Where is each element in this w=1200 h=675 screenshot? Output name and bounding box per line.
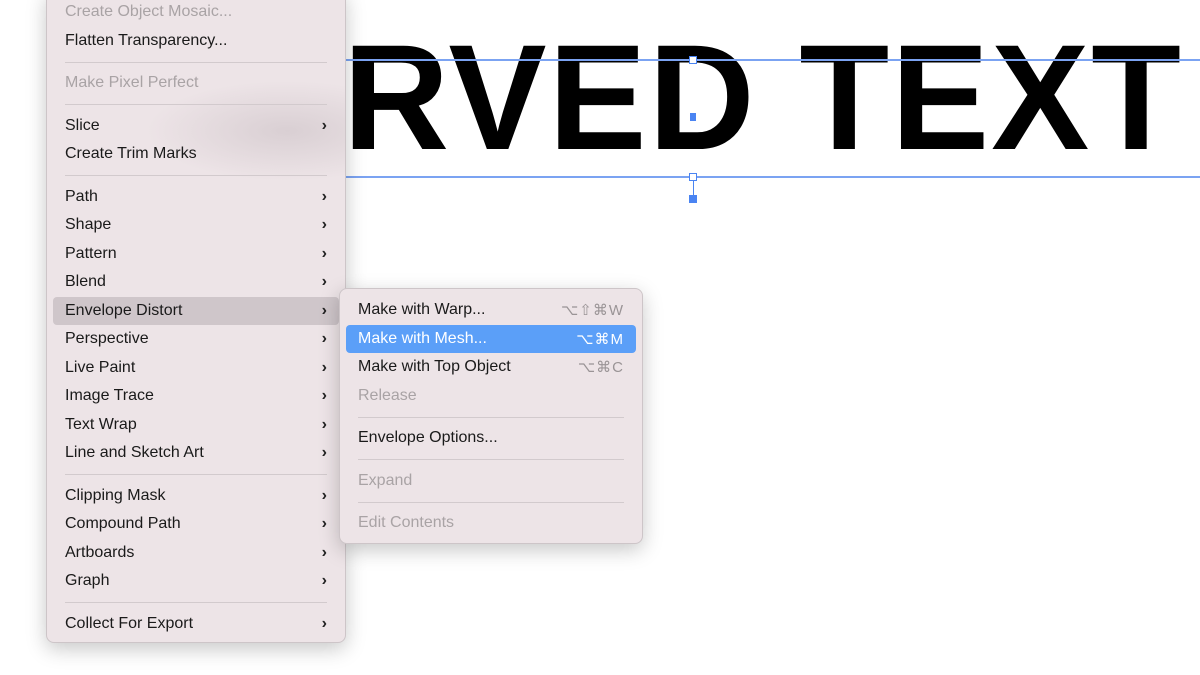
menu-item-label: Envelope Distort: [65, 301, 183, 319]
menu-item-label: Compound Path: [65, 515, 181, 533]
selection-bounding-box-bottom: [346, 176, 1200, 178]
menu-separator: [53, 98, 339, 112]
menu-item-label: Make with Top Object: [358, 358, 511, 376]
menu-item-label: Image Trace: [65, 387, 154, 405]
menu-item-label: Expand: [358, 471, 413, 489]
menu-item-label: Blend: [65, 273, 106, 291]
menu-item-label: Make Pixel Perfect: [65, 74, 199, 92]
keyboard-shortcut: ⌥⌘C: [577, 359, 624, 377]
menu-item-label: Perspective: [65, 330, 149, 348]
menu-item-label: Create Trim Marks: [65, 145, 197, 163]
menu-item-text-wrap[interactable]: Text Wrap ›: [53, 411, 339, 440]
chevron-right-icon: ›: [321, 116, 327, 134]
chevron-right-icon: ›: [321, 515, 327, 533]
chevron-right-icon: ›: [321, 216, 327, 234]
menu-item-label: Release: [358, 386, 417, 404]
menu-item-make-with-mesh[interactable]: Make with Mesh... ⌥⌘M: [346, 324, 636, 353]
keyboard-shortcut: ⌥⇧⌘W: [560, 302, 624, 320]
menu-item-graph[interactable]: Graph ›: [53, 567, 339, 596]
menu-item-path[interactable]: Path ›: [53, 183, 339, 212]
menu-item-label: Create Object Mosaic...: [65, 3, 233, 21]
menu-item-label: Collect For Export: [65, 614, 194, 632]
menu-item-clipping-mask[interactable]: Clipping Mask ›: [53, 482, 339, 511]
menu-item-label: Envelope Options...: [358, 429, 498, 447]
menu-item-collect-for-export[interactable]: Collect For Export ›: [53, 610, 339, 639]
menu-item-expand: Expand: [346, 467, 636, 496]
menu-item-label: Flatten Transparency...: [65, 31, 228, 49]
menu-separator: [346, 453, 636, 467]
selection-handle-top[interactable]: [689, 56, 697, 64]
menu-item-compound-path[interactable]: Compound Path ›: [53, 510, 339, 539]
rotation-handle[interactable]: [689, 195, 697, 203]
menu-separator: [53, 55, 339, 69]
menu-item-label: Graph: [65, 572, 110, 590]
menu-item-label: Clipping Mask: [65, 486, 166, 504]
menu-item-label: Artboards: [65, 543, 135, 561]
chevron-right-icon: ›: [321, 444, 327, 462]
chevron-right-icon: ›: [321, 614, 327, 632]
menu-item-label: Edit Contents: [358, 514, 455, 532]
menu-separator: [53, 596, 339, 610]
menu-separator: [346, 495, 636, 509]
menu-item-label: Slice: [65, 116, 100, 134]
keyboard-shortcut: ⌥⌘M: [576, 330, 624, 348]
menu-item-label: Make with Mesh...: [358, 329, 487, 347]
chevron-right-icon: ›: [321, 387, 327, 405]
chevron-right-icon: ›: [321, 543, 327, 561]
menu-item-artboards[interactable]: Artboards ›: [53, 539, 339, 568]
menu-item-create-object-mosaic: Create Object Mosaic...: [53, 0, 339, 27]
menu-item-label: Line and Sketch Art: [65, 444, 204, 462]
menu-item-shape[interactable]: Shape ›: [53, 211, 339, 240]
menu-item-label: Text Wrap: [65, 415, 137, 433]
menu-item-pattern[interactable]: Pattern ›: [53, 240, 339, 269]
menu-separator: [53, 468, 339, 482]
menu-item-make-with-warp[interactable]: Make with Warp... ⌥⇧⌘W: [346, 296, 636, 325]
object-menu: Create Object Mosaic... Flatten Transpare…: [46, 0, 346, 643]
menu-item-flatten-transparency[interactable]: Flatten Transparency...: [53, 27, 339, 56]
chevron-right-icon: ›: [321, 244, 327, 262]
menu-item-make-with-top-object[interactable]: Make with Top Object ⌥⌘C: [346, 353, 636, 382]
menu-item-image-trace[interactable]: Image Trace ›: [53, 382, 339, 411]
chevron-right-icon: ›: [321, 330, 327, 348]
menu-item-live-paint[interactable]: Live Paint ›: [53, 354, 339, 383]
chevron-right-icon: ›: [321, 301, 327, 319]
menu-item-envelope-distort[interactable]: Envelope Distort ›: [53, 296, 339, 325]
chevron-right-icon: ›: [321, 273, 327, 291]
menu-item-label: Shape: [65, 216, 112, 234]
menu-item-blend[interactable]: Blend ›: [53, 268, 339, 297]
menu-item-label: Live Paint: [65, 358, 136, 376]
menu-item-slice[interactable]: Slice ›: [53, 112, 339, 141]
menu-item-label: Path: [65, 187, 98, 205]
chevron-right-icon: ›: [321, 572, 327, 590]
selected-text-object[interactable]: RVED TEXT: [343, 22, 1183, 172]
chevron-right-icon: ›: [321, 187, 327, 205]
menu-item-label: Make with Warp...: [358, 301, 486, 319]
center-point: [690, 113, 696, 121]
rotation-handle-stem: [693, 180, 694, 196]
menu-item-create-trim-marks[interactable]: Create Trim Marks: [53, 140, 339, 169]
menu-item-line-and-sketch-art[interactable]: Line and Sketch Art ›: [53, 439, 339, 468]
menu-item-make-pixel-perfect: Make Pixel Perfect: [53, 69, 339, 98]
chevron-right-icon: ›: [321, 486, 327, 504]
chevron-right-icon: ›: [321, 358, 327, 376]
selection-bounding-box-top: [346, 59, 1200, 61]
menu-item-perspective[interactable]: Perspective ›: [53, 325, 339, 354]
envelope-distort-submenu: Make with Warp... ⌥⇧⌘W Make with Mesh... ⌥⌘…: [339, 288, 643, 544]
menu-item-edit-contents: Edit Contents: [346, 509, 636, 538]
menu-item-label: Pattern: [65, 244, 117, 262]
menu-separator: [53, 169, 339, 183]
menu-separator: [346, 410, 636, 424]
chevron-right-icon: ›: [321, 415, 327, 433]
menu-item-release: Release: [346, 382, 636, 411]
menu-item-envelope-options[interactable]: Envelope Options...: [346, 424, 636, 453]
